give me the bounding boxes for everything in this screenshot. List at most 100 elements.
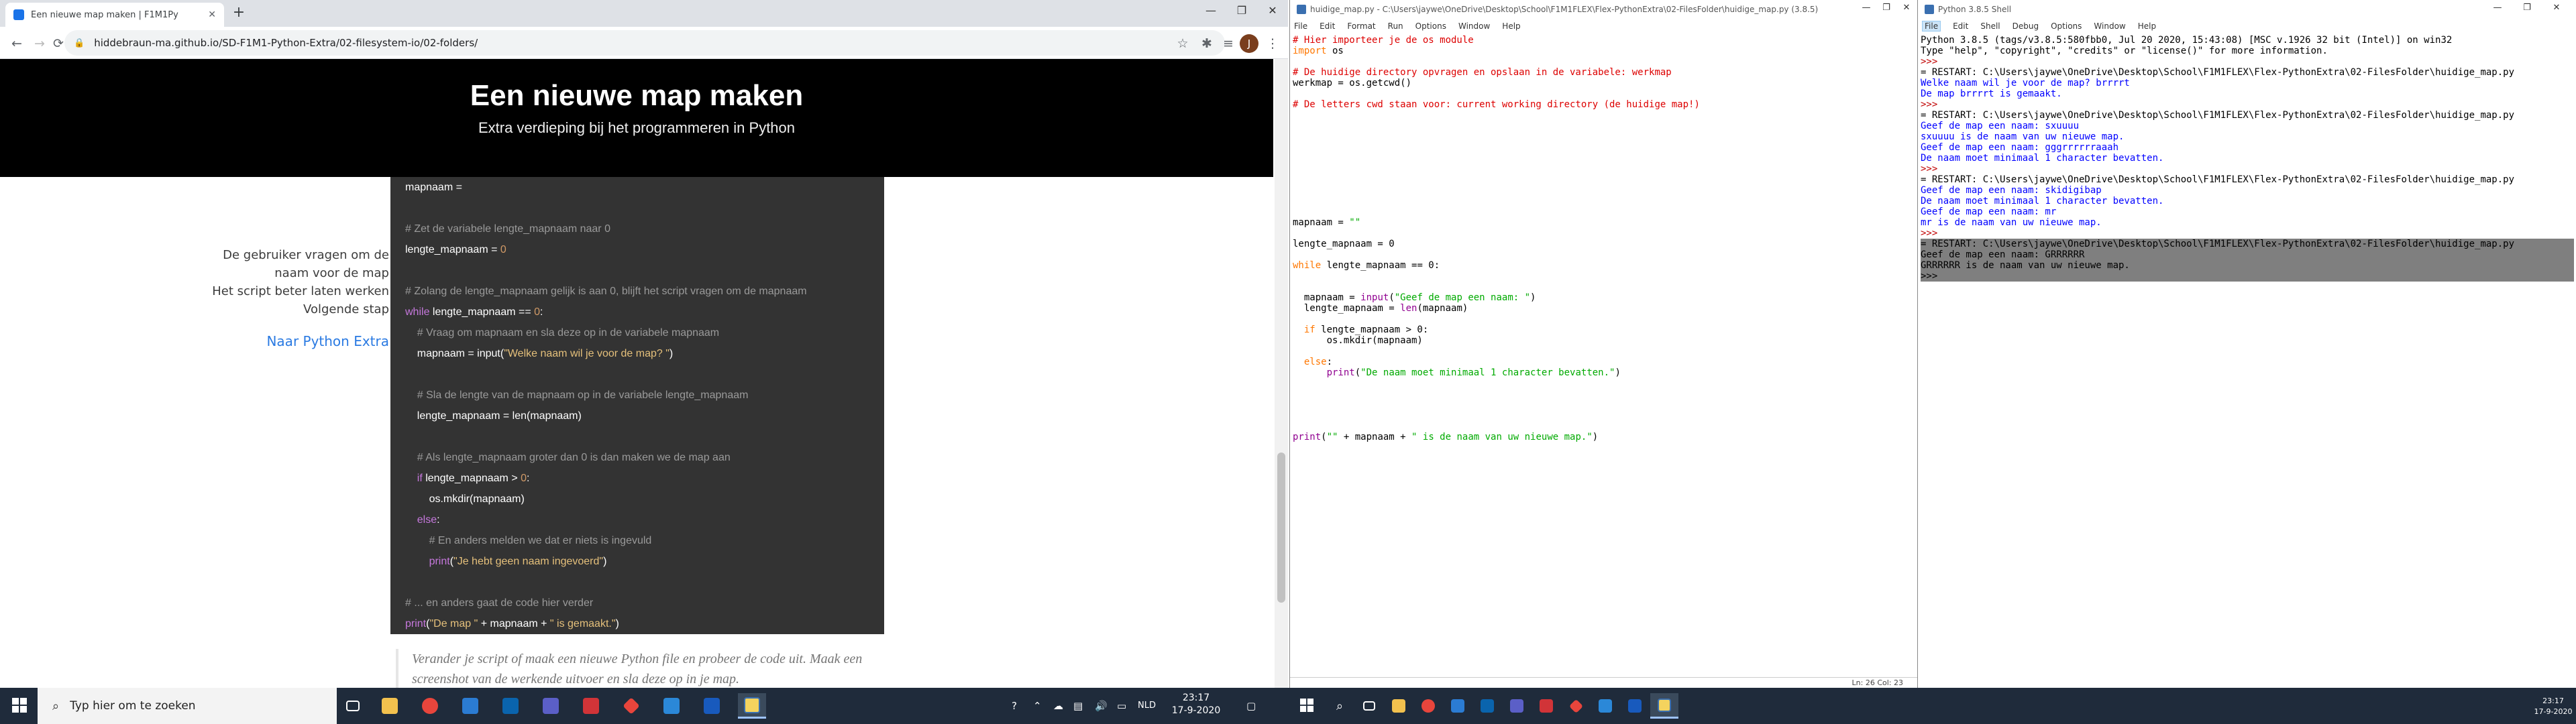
code-token: mapnaam = [1293, 217, 1350, 228]
minimize-button[interactable]: — [2484, 0, 2511, 17]
clock[interactable]: 23:17 17-9-2020 [1167, 692, 1225, 717]
close-window-button[interactable]: ✕ [1896, 0, 1917, 17]
word-icon[interactable] [698, 693, 726, 719]
menu-edit[interactable]: Edit [1953, 21, 1968, 31]
help-icon[interactable]: ? [1012, 688, 1017, 724]
checkmark-app-icon[interactable] [657, 693, 686, 719]
shell-line-text: De naam moet minimaal 1 character bevatt… [1921, 153, 2164, 164]
app-badge-icon[interactable] [1532, 693, 1560, 719]
idle-taskbar-icon[interactable] [1650, 693, 1678, 719]
menu-options[interactable]: Options [2051, 21, 2082, 31]
code-line: print("De naam moet minimaal 1 character… [1293, 367, 1915, 378]
mail-icon[interactable] [496, 693, 525, 719]
back-arrow-icon[interactable]: ← [7, 34, 27, 54]
shell-line: = RESTART: C:\Users\jaywe\OneDrive\Deskt… [1921, 174, 2574, 185]
bookmark-star-icon[interactable]: ☆ [1173, 34, 1193, 54]
menu-window[interactable]: Window [1458, 21, 1490, 31]
teams-icon[interactable] [1503, 693, 1531, 719]
clock-date: 17-9-2020 [1171, 705, 1221, 716]
code-token: ( [1389, 292, 1395, 303]
editor-text-area[interactable]: # Hier importeer je de os module import o… [1290, 34, 1917, 688]
cloud-icon[interactable]: ☁ [1053, 688, 1063, 724]
close-window-button[interactable]: ✕ [1257, 0, 1288, 21]
toc-item[interactable]: De gebruiker vragen om de [148, 247, 389, 264]
reload-icon[interactable]: ⟳ [52, 34, 64, 54]
clock[interactable]: 23:17 17-9-2020 [2533, 696, 2573, 717]
chrome-icon[interactable] [416, 693, 444, 719]
maximize-button[interactable]: ❐ [1876, 0, 1896, 17]
menu-help[interactable]: Help [2138, 21, 2156, 31]
forward-arrow-icon[interactable]: → [30, 34, 50, 54]
toc-item[interactable]: Het script beter laten werken [148, 283, 389, 300]
task-view-icon[interactable] [1355, 693, 1383, 719]
code-line: lengte_mapnaam = len(mapnaam) [1293, 303, 1915, 314]
shell-line: >>> [1921, 164, 2574, 174]
calendar-icon[interactable] [1444, 693, 1472, 719]
teams-icon[interactable] [537, 693, 565, 719]
address-bar[interactable]: 🔒 hiddebraun-ma.github.io/SD-F1M1-Python… [64, 30, 1225, 56]
menu-run[interactable]: Run [1388, 21, 1403, 31]
file-explorer-icon[interactable] [376, 693, 404, 719]
close-window-button[interactable]: ✕ [2543, 0, 2570, 17]
code-token: # Vraag om mapnaam en sla deze op in de … [405, 327, 720, 339]
task-view-icon[interactable] [339, 693, 367, 719]
minimize-button[interactable]: — [1856, 0, 1876, 17]
code-token: lengte_mapnaam > [422, 473, 521, 484]
search-icon[interactable]: ⌕ [1326, 693, 1354, 719]
toc-item[interactable]: Volgende stap [148, 301, 389, 318]
menu-debug[interactable]: Debug [2012, 21, 2039, 31]
avatar[interactable]: J [1240, 34, 1258, 53]
menu-format[interactable]: Format [1347, 21, 1375, 31]
checkmark-app-icon[interactable] [1591, 693, 1619, 719]
code-token: os.mkdir(mapnaam) [405, 493, 525, 505]
word-icon[interactable] [1621, 693, 1649, 719]
mail-icon[interactable] [1473, 693, 1501, 719]
code-line: os.mkdir(mapnaam) [1293, 335, 1915, 346]
toc-item[interactable]: naam voor de map [148, 265, 389, 282]
menu-file[interactable]: File [1294, 21, 1307, 31]
menu-help[interactable]: Help [1502, 21, 1520, 31]
code-line: mapnaam = input("Geef de map een naam: "… [1293, 292, 1915, 303]
maximize-button[interactable]: ❐ [1226, 0, 1257, 21]
app-badge-icon[interactable] [577, 693, 605, 719]
shell-line: >>> [1921, 271, 2574, 282]
code-token: ) [1615, 367, 1621, 378]
minimize-button[interactable]: — [1195, 0, 1226, 21]
chrome-icon[interactable] [1414, 693, 1442, 719]
menu-window[interactable]: Window [2094, 21, 2125, 31]
extensions-icon[interactable]: ✱ [1197, 34, 1217, 54]
windows-start-icon[interactable] [1300, 699, 1313, 712]
file-explorer-icon[interactable] [1385, 693, 1413, 719]
code-line: # Hier importeer je de os module [1293, 35, 1915, 46]
menu-file[interactable]: File [1922, 21, 1941, 32]
idle-taskbar-icon[interactable] [738, 693, 766, 719]
menu-options[interactable]: Options [1415, 21, 1446, 31]
calendar-icon[interactable] [456, 693, 484, 719]
shell-text-area[interactable]: Python 3.8.5 (tags/v3.8.5:580fbb0, Jul 2… [1918, 34, 2576, 688]
code-token: os.mkdir(mapnaam) [1293, 335, 1423, 346]
volume-icon[interactable]: 🔊 [1095, 688, 1108, 724]
menu-shell[interactable]: Shell [1980, 21, 2000, 31]
scrollbar-thumb[interactable] [1277, 452, 1285, 603]
editor-status-bar: Ln: 26 Col: 23 [1290, 677, 1917, 688]
shell-line: De naam moet minimaal 1 character bevatt… [1921, 153, 2574, 164]
new-tab-button[interactable]: + [229, 4, 248, 23]
tab-close-icon[interactable]: ✕ [208, 9, 216, 20]
back-to-python-extra-link[interactable]: Naar Python Extra [148, 333, 389, 349]
diamond-app-icon[interactable] [1562, 693, 1590, 719]
windows-start-icon[interactable] [12, 698, 27, 713]
network-icon[interactable]: ▤ [1073, 688, 1083, 724]
battery-icon[interactable]: ▭ [1117, 688, 1126, 724]
browser-tab[interactable]: Een nieuwe map maken | F1M1Py ✕ [5, 3, 224, 27]
maximize-button[interactable]: ❐ [2514, 0, 2540, 17]
language-indicator[interactable]: NLD [1138, 688, 1156, 724]
taskbar-search-box[interactable]: ⌕ Typ hier om te zoeken [38, 688, 337, 724]
notifications-icon[interactable]: ▢ [1246, 688, 1256, 724]
tray-arrow-icon[interactable]: ⌃ [1033, 688, 1042, 724]
menu-edit[interactable]: Edit [1320, 21, 1335, 31]
kebab-menu-icon[interactable]: ⋮ [1263, 34, 1283, 54]
diamond-app-icon[interactable] [617, 693, 645, 719]
reading-list-icon[interactable]: ≡ [1218, 34, 1238, 54]
